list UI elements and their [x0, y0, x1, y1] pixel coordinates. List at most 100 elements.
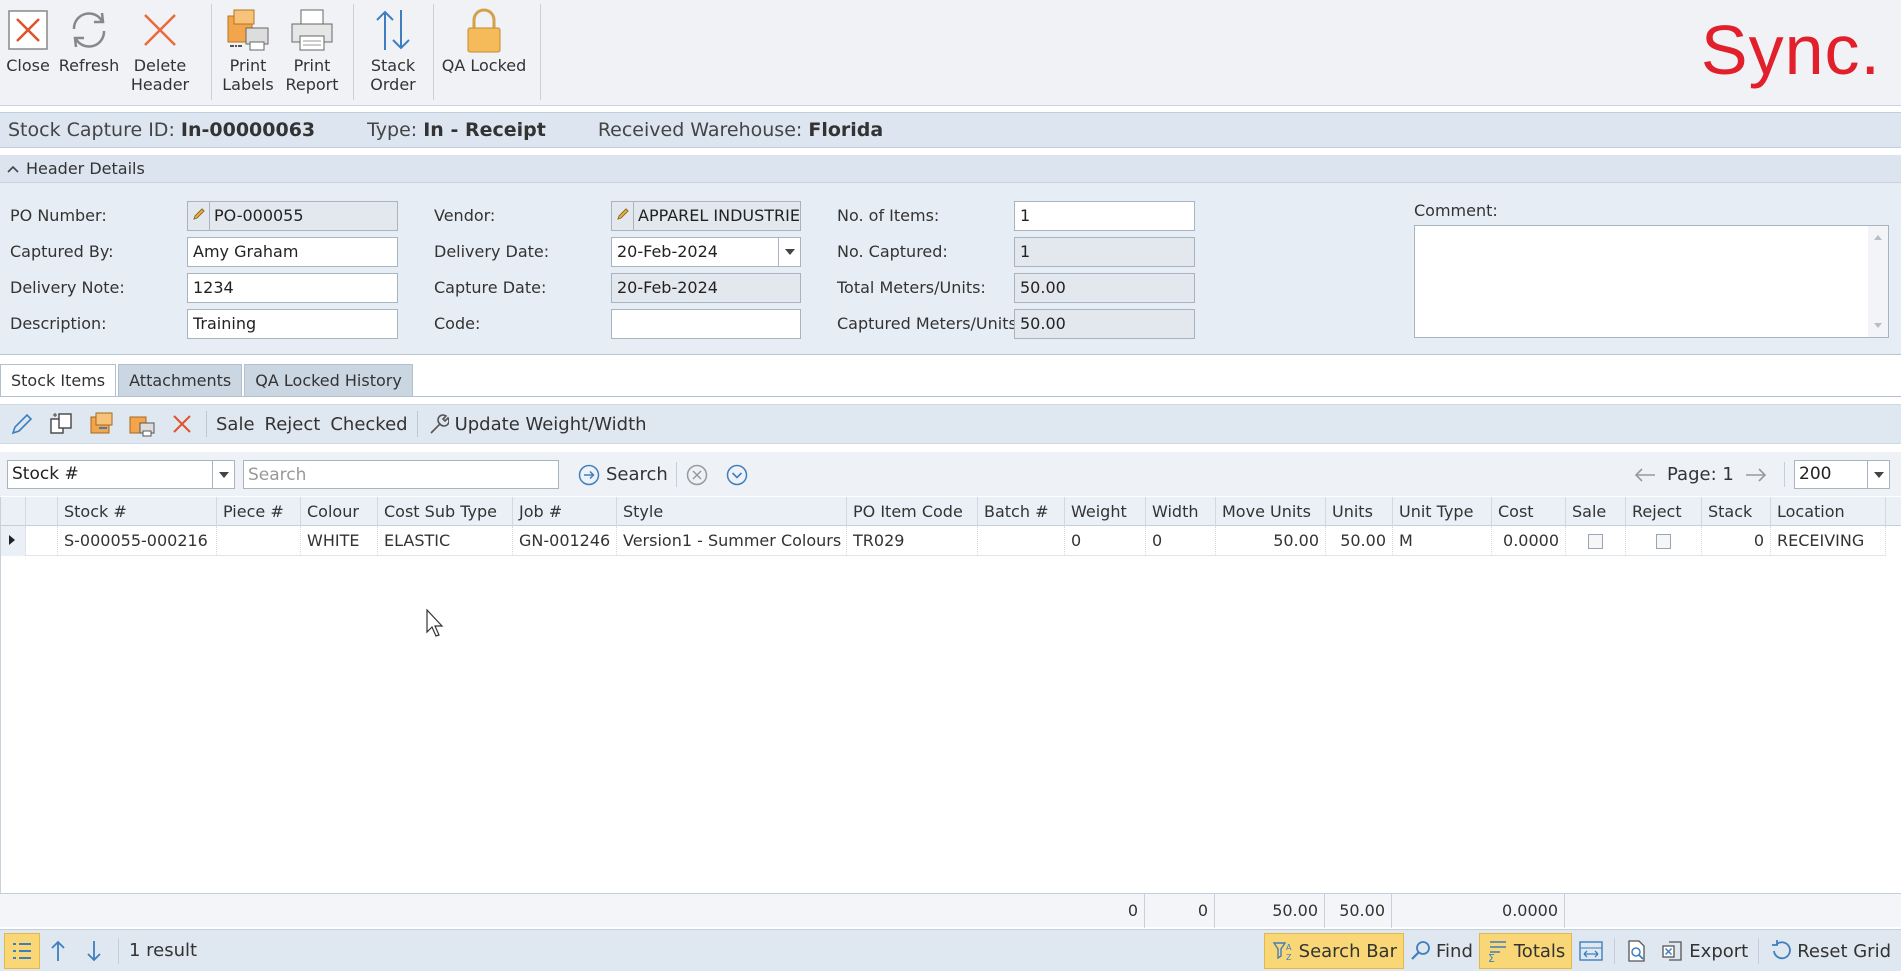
- qa-locked-button[interactable]: QA Locked: [440, 0, 528, 102]
- cell-location[interactable]: RECEIVING: [1771, 526, 1886, 556]
- pencil-icon[interactable]: [612, 202, 634, 230]
- cell-piece[interactable]: [217, 526, 301, 556]
- col-colour[interactable]: Colour: [301, 497, 378, 526]
- col-sale[interactable]: Sale: [1566, 497, 1626, 526]
- col-job[interactable]: Job #: [513, 497, 617, 526]
- fit-columns-button[interactable]: [1572, 933, 1610, 969]
- code-field[interactable]: [611, 309, 801, 339]
- cell-stack[interactable]: 0: [1702, 526, 1771, 556]
- col-reject[interactable]: Reject: [1626, 497, 1702, 526]
- search-button[interactable]: Search: [578, 460, 668, 489]
- col-batch[interactable]: Batch #: [978, 497, 1065, 526]
- tab-attachments[interactable]: Attachments: [118, 364, 243, 396]
- print-box-icon[interactable]: [122, 406, 162, 442]
- export-button[interactable]: Export: [1655, 933, 1754, 969]
- col-cost-sub-type[interactable]: Cost Sub Type: [378, 497, 513, 526]
- cell-batch[interactable]: [978, 526, 1065, 556]
- col-width[interactable]: Width: [1146, 497, 1216, 526]
- vendor-field[interactable]: APPAREL INDUSTRIE: [611, 201, 801, 231]
- no-captured-field[interactable]: 1: [1014, 237, 1195, 267]
- col-stack[interactable]: Stack: [1702, 497, 1771, 526]
- cell-po-item-code[interactable]: TR029: [847, 526, 978, 556]
- cell-stock[interactable]: S-000055-000216: [58, 526, 217, 556]
- sale-button[interactable]: Sale: [211, 414, 260, 435]
- col-move-units[interactable]: Move Units: [1216, 497, 1326, 526]
- cell-units[interactable]: 50.00: [1326, 526, 1393, 556]
- totals-toggle-button[interactable]: Σ Totals: [1478, 933, 1573, 969]
- search-field-select[interactable]: Stock #: [7, 460, 235, 489]
- comment-scrollbar[interactable]: [1868, 226, 1888, 337]
- cell-move-units[interactable]: 50.00: [1216, 526, 1326, 556]
- captured-units-field[interactable]: 50.00: [1014, 309, 1195, 339]
- col-units[interactable]: Units: [1326, 497, 1393, 526]
- duplicate-box-icon[interactable]: [82, 406, 122, 442]
- ribbon-group-stack: Stack Order: [360, 0, 426, 102]
- delete-x-icon[interactable]: [162, 406, 202, 442]
- expand-options-icon[interactable]: [726, 464, 748, 486]
- reject-checkbox[interactable]: [1656, 534, 1671, 549]
- tab-stock-items[interactable]: Stock Items: [0, 364, 117, 396]
- update-weight-width-button[interactable]: Update Weight/Width: [422, 413, 652, 435]
- table-row[interactable]: S-000055-000216 WHITE ELASTIC GN-001246 …: [1, 526, 1886, 556]
- delivery-note-field[interactable]: 1234: [187, 273, 398, 303]
- sale-checkbox[interactable]: [1588, 534, 1603, 549]
- next-page-icon[interactable]: [1744, 467, 1768, 483]
- cell-style[interactable]: Version1 - Summer Colours: [617, 526, 847, 556]
- prev-page-icon[interactable]: [1633, 467, 1657, 483]
- col-location[interactable]: Location: [1771, 497, 1886, 526]
- clear-search-icon[interactable]: [686, 464, 708, 486]
- col-unit-type[interactable]: Unit Type: [1393, 497, 1492, 526]
- cell-colour[interactable]: WHITE: [301, 526, 378, 556]
- print-labels-button[interactable]: Print Labels: [218, 0, 278, 102]
- comment-textarea[interactable]: [1414, 225, 1889, 338]
- checked-button[interactable]: Checked: [325, 414, 412, 435]
- cell-width[interactable]: 0: [1146, 526, 1216, 556]
- description-field[interactable]: Training: [187, 309, 398, 339]
- captured-by-field[interactable]: Amy Graham: [187, 237, 398, 267]
- capture-date-field[interactable]: 20-Feb-2024: [611, 273, 801, 303]
- list-view-icon[interactable]: [4, 932, 40, 969]
- edit-pencil-icon[interactable]: [2, 406, 42, 442]
- find-button[interactable]: Find: [1404, 933, 1479, 969]
- cell-job[interactable]: GN-001246: [513, 526, 617, 556]
- col-stock[interactable]: Stock #: [58, 497, 217, 526]
- col-po-item-code[interactable]: PO Item Code: [847, 497, 978, 526]
- col-style[interactable]: Style: [617, 497, 847, 526]
- chevron-down-icon[interactable]: [212, 461, 234, 488]
- close-button[interactable]: Close: [4, 0, 52, 102]
- page-size-select[interactable]: 200: [1794, 460, 1890, 489]
- search-input[interactable]: [243, 460, 559, 489]
- tab-qa-locked-history[interactable]: QA Locked History: [244, 364, 413, 396]
- delete-header-button[interactable]: Delete Header: [126, 0, 194, 102]
- copy-icon[interactable]: [42, 406, 82, 442]
- wrench-icon: [427, 413, 449, 435]
- print-report-button[interactable]: Print Report: [278, 0, 346, 102]
- delivery-date-picker[interactable]: 20-Feb-2024: [611, 237, 801, 267]
- arrow-up-icon[interactable]: [40, 933, 76, 969]
- cell-unit-type[interactable]: M: [1393, 526, 1492, 556]
- reset-grid-button[interactable]: Reset Grid: [1763, 933, 1897, 969]
- cell-cost-sub-type[interactable]: ELASTIC: [378, 526, 513, 556]
- captured-units-label: Captured Meters/Units:: [837, 314, 1023, 333]
- reject-button[interactable]: Reject: [260, 414, 326, 435]
- print-preview-button[interactable]: [1619, 933, 1655, 969]
- total-units-field[interactable]: 50.00: [1014, 273, 1195, 303]
- chevron-down-icon[interactable]: [1867, 461, 1889, 488]
- col-cost[interactable]: Cost: [1492, 497, 1566, 526]
- header-details-toggle[interactable]: Header Details: [0, 155, 1901, 183]
- arrow-down-icon[interactable]: [76, 933, 112, 969]
- row-indicator-icon[interactable]: [1, 526, 26, 556]
- pencil-icon[interactable]: [188, 202, 210, 230]
- po-number-field[interactable]: PO-000055: [187, 201, 398, 231]
- lock-icon: [459, 4, 509, 56]
- stack-order-button[interactable]: Stack Order: [360, 0, 426, 102]
- refresh-button[interactable]: Refresh: [52, 0, 126, 102]
- no-of-items-field[interactable]: 1: [1014, 201, 1195, 231]
- cell-cost[interactable]: 0.0000: [1492, 526, 1566, 556]
- col-weight[interactable]: Weight: [1065, 497, 1146, 526]
- chevron-down-icon[interactable]: [778, 238, 800, 266]
- col-piece[interactable]: Piece #: [217, 497, 301, 526]
- total-cost: 0.0000: [1491, 894, 1565, 928]
- search-bar-toggle-button[interactable]: AZ Search Bar: [1263, 933, 1404, 969]
- cell-weight[interactable]: 0: [1065, 526, 1146, 556]
